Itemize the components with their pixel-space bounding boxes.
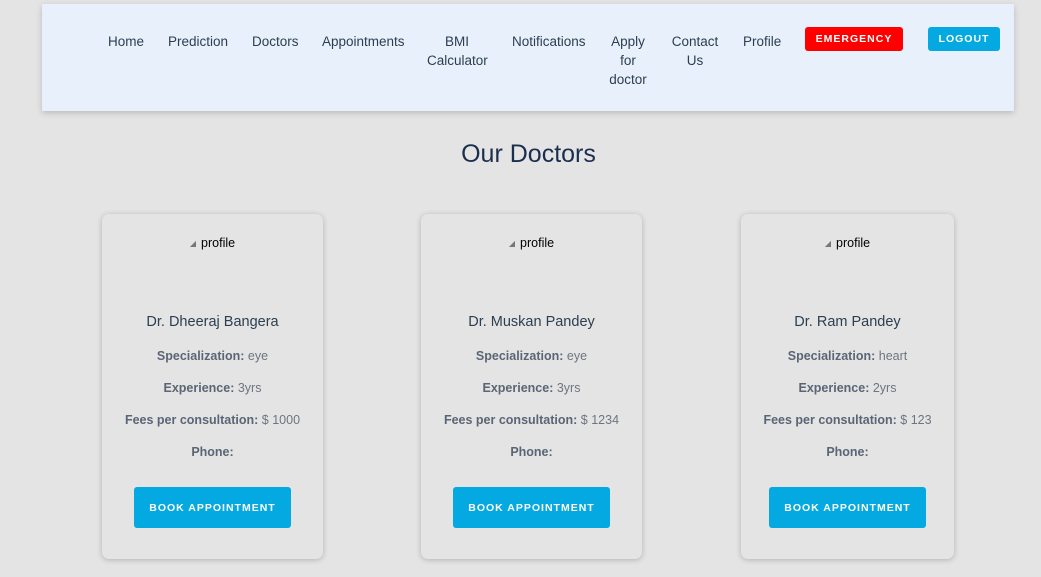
nav-apply-for-doctor[interactable]: Apply for doctor bbox=[608, 32, 648, 89]
experience-value: 2yrs bbox=[872, 381, 897, 395]
fees-label: Fees per consultation: bbox=[443, 413, 578, 427]
specialization-value: heart bbox=[878, 349, 908, 363]
specialization-row: Specialization: eye bbox=[421, 349, 642, 363]
nav-contact-line1: Contact bbox=[671, 34, 719, 49]
book-appointment-button[interactable]: BOOK APPOINTMENT bbox=[134, 487, 291, 528]
doctor-card: ◢ profile Dr. Muskan Pandey Specializatio… bbox=[421, 214, 642, 559]
emergency-button[interactable]: EMERGENCY bbox=[805, 27, 903, 51]
page-title: Our Doctors bbox=[461, 140, 596, 168]
nav-bmi-calculator[interactable]: BMI Calculator bbox=[427, 32, 488, 70]
phone-label: Phone: bbox=[510, 445, 553, 459]
navbar: Home Prediction Doctors Appointments BMI… bbox=[42, 4, 1014, 111]
nav-home[interactable]: Home bbox=[108, 32, 144, 51]
specialization-label: Specialization: bbox=[156, 349, 245, 363]
experience-label: Experience: bbox=[798, 381, 870, 395]
profile-image: ◢ profile bbox=[102, 236, 323, 250]
experience-value: 3yrs bbox=[237, 381, 262, 395]
nav-apply-line1: Apply bbox=[611, 34, 645, 49]
doctor-name: Dr. Dheeraj Bangera bbox=[146, 314, 279, 330]
nav-profile[interactable]: Profile bbox=[743, 32, 781, 51]
fees-value: $ 1000 bbox=[261, 413, 301, 427]
experience-label: Experience: bbox=[163, 381, 235, 395]
specialization-label: Specialization: bbox=[475, 349, 564, 363]
profile-image-alt: profile bbox=[201, 236, 236, 250]
nav-bmi-line2: Calculator bbox=[427, 53, 488, 68]
experience-row: Experience: 3yrs bbox=[102, 381, 323, 395]
fees-value: $ 123 bbox=[900, 413, 932, 427]
broken-image-icon: ◢ bbox=[824, 239, 832, 249]
nav-apply-line2: for bbox=[620, 53, 636, 68]
broken-image-icon: ◢ bbox=[189, 239, 197, 249]
doctor-name: Dr. Ram Pandey bbox=[794, 314, 901, 330]
profile-image-alt: profile bbox=[520, 236, 555, 250]
experience-row: Experience: 2yrs bbox=[741, 381, 954, 395]
logout-button[interactable]: LOGOUT bbox=[928, 27, 1000, 51]
profile-image: ◢ profile bbox=[741, 236, 954, 250]
broken-image-icon: ◢ bbox=[508, 239, 516, 249]
nav-contact-us[interactable]: Contact Us bbox=[670, 32, 720, 70]
doctor-card: ◢ profile Dr. Ram Pandey Specialization: … bbox=[741, 214, 954, 559]
nav-notifications[interactable]: Notifications bbox=[512, 32, 586, 51]
phone-row: Phone: bbox=[102, 445, 323, 459]
phone-row: Phone: bbox=[741, 445, 954, 459]
doctor-name: Dr. Muskan Pandey bbox=[468, 314, 595, 330]
specialization-row: Specialization: eye bbox=[102, 349, 323, 363]
book-appointment-button[interactable]: BOOK APPOINTMENT bbox=[769, 487, 926, 528]
phone-row: Phone: bbox=[421, 445, 642, 459]
nav-contact-line2: Us bbox=[686, 53, 704, 68]
fees-row: Fees per consultation: $ 1000 bbox=[102, 413, 323, 427]
experience-row: Experience: 3yrs bbox=[421, 381, 642, 395]
fees-row: Fees per consultation: $ 123 bbox=[741, 413, 954, 427]
profile-image: ◢ profile bbox=[421, 236, 642, 250]
specialization-label: Specialization: bbox=[787, 349, 876, 363]
experience-label: Experience: bbox=[482, 381, 554, 395]
specialization-value: eye bbox=[247, 349, 269, 363]
nav-prediction[interactable]: Prediction bbox=[168, 32, 228, 51]
nav-appointments[interactable]: Appointments bbox=[322, 32, 405, 51]
doctor-card: ◢ profile Dr. Dheeraj Bangera Specializat… bbox=[102, 214, 323, 559]
nav-apply-line3: doctor bbox=[609, 72, 647, 87]
fees-row: Fees per consultation: $ 1234 bbox=[421, 413, 642, 427]
specialization-row: Specialization: heart bbox=[741, 349, 954, 363]
phone-label: Phone: bbox=[826, 445, 869, 459]
experience-value: 3yrs bbox=[556, 381, 581, 395]
fees-label: Fees per consultation: bbox=[763, 413, 897, 427]
fees-value: $ 1234 bbox=[580, 413, 620, 427]
nav-doctors[interactable]: Doctors bbox=[252, 32, 299, 51]
phone-label: Phone: bbox=[191, 445, 234, 459]
profile-image-alt: profile bbox=[836, 236, 871, 250]
nav-bmi-line1: BMI bbox=[444, 34, 469, 49]
fees-label: Fees per consultation: bbox=[124, 413, 259, 427]
specialization-value: eye bbox=[566, 349, 588, 363]
book-appointment-button[interactable]: BOOK APPOINTMENT bbox=[453, 487, 610, 528]
